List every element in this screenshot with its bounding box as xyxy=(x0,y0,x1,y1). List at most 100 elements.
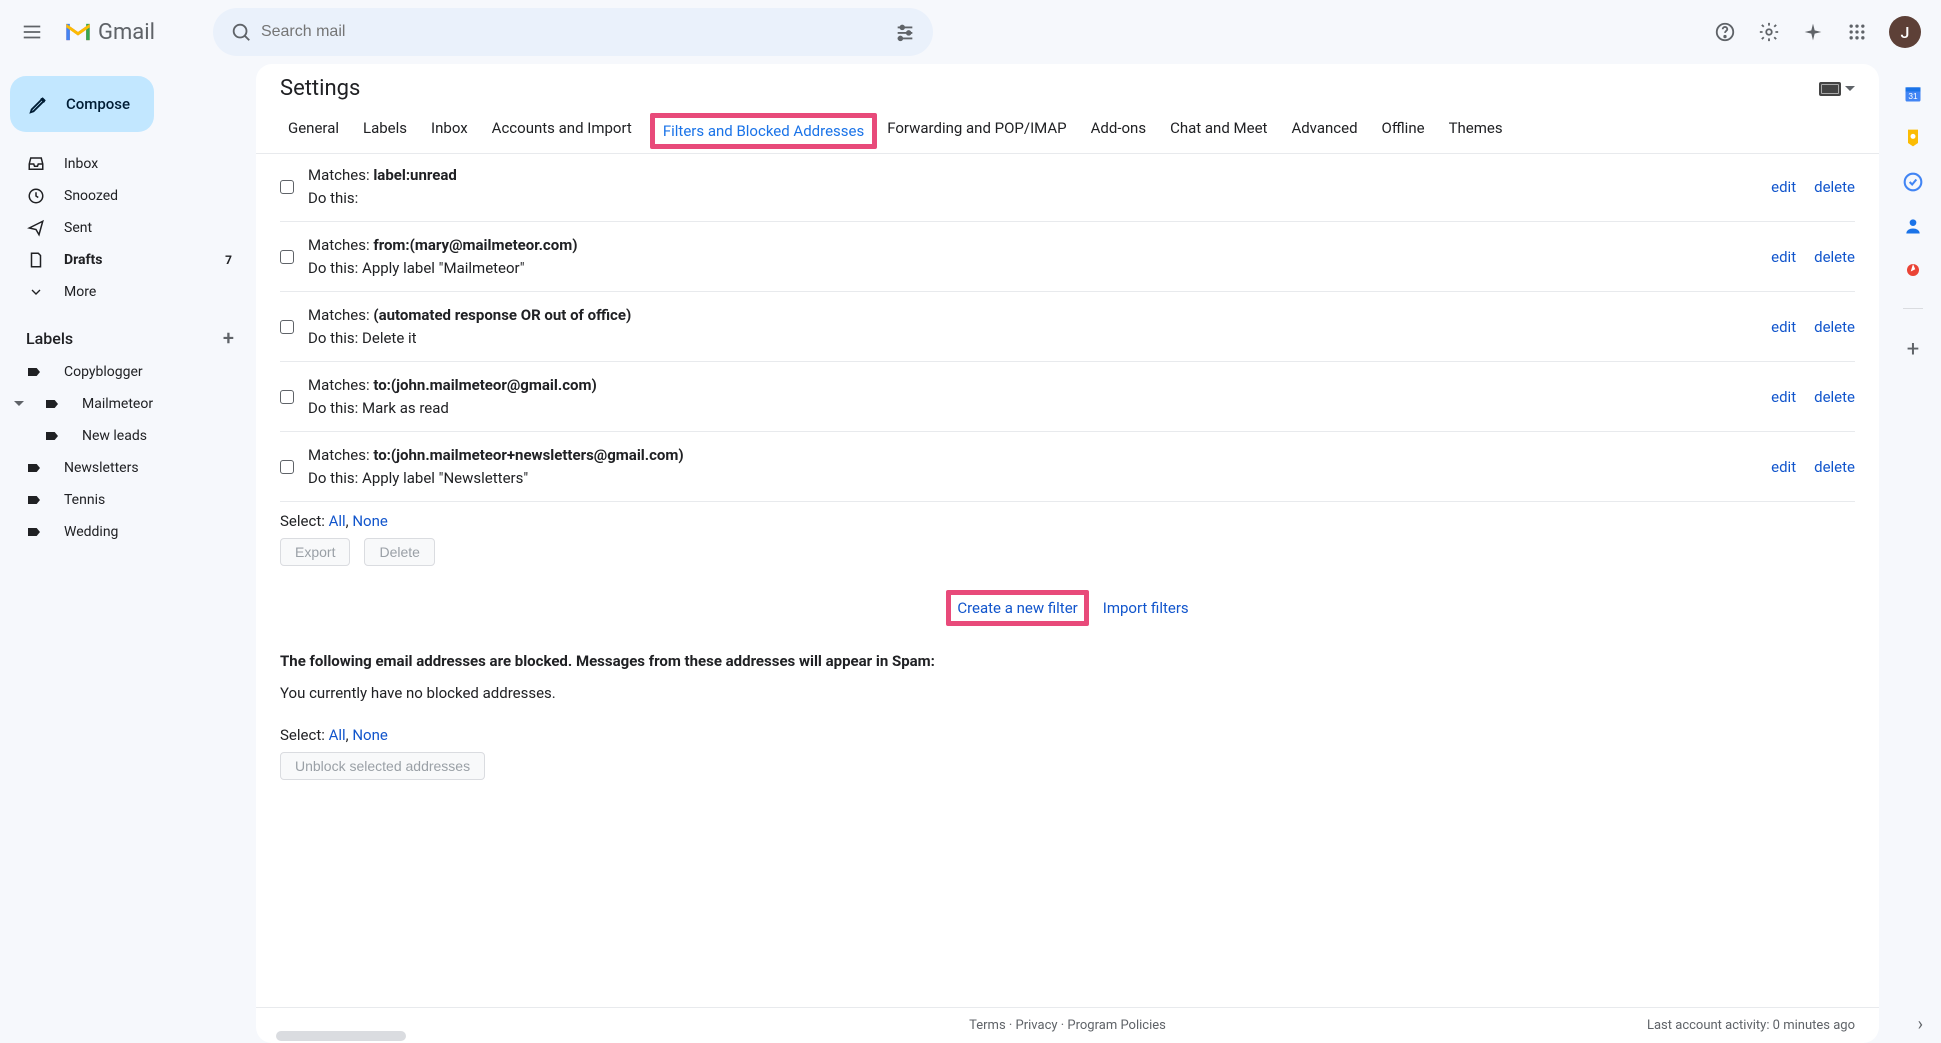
unblock-button[interactable]: Unblock selected addresses xyxy=(280,752,485,780)
highlight-active-tab: Filters and Blocked Addresses xyxy=(650,113,877,149)
footer: Terms · Privacy · Program Policies Last … xyxy=(256,1007,1879,1043)
nav-item-drafts[interactable]: Drafts7 xyxy=(0,244,244,276)
delete-filter-link[interactable]: delete xyxy=(1814,458,1855,476)
support-icon[interactable] xyxy=(1705,12,1745,52)
blocked-addresses-heading: The following email addresses are blocke… xyxy=(280,644,1855,684)
contacts-icon[interactable] xyxy=(1903,216,1923,236)
gmail-icon xyxy=(64,21,92,43)
privacy-link[interactable]: Privacy xyxy=(1016,1018,1058,1033)
labels-heading: Labels xyxy=(26,329,73,348)
edit-filter-link[interactable]: edit xyxy=(1771,318,1796,336)
label-item[interactable]: Mailmeteor xyxy=(0,388,256,420)
filter-checkbox[interactable] xyxy=(280,460,294,474)
delete-filter-link[interactable]: delete xyxy=(1814,318,1855,336)
horizontal-scrollbar[interactable] xyxy=(276,1031,406,1041)
label-item[interactable]: New leads xyxy=(0,420,256,452)
search-icon[interactable] xyxy=(221,12,261,52)
settings-icon[interactable] xyxy=(1749,12,1789,52)
tab-filters-and-blocked-addresses[interactable]: Filters and Blocked Addresses xyxy=(661,116,866,146)
add-label-button[interactable]: + xyxy=(223,326,234,350)
nav-label: Sent xyxy=(64,220,232,236)
label-text: Mailmeteor xyxy=(82,396,153,412)
edit-filter-link[interactable]: edit xyxy=(1771,248,1796,266)
edit-filter-link[interactable]: edit xyxy=(1771,458,1796,476)
tab-general[interactable]: General xyxy=(280,109,347,153)
tab-inbox[interactable]: Inbox xyxy=(423,109,476,153)
delete-filter-link[interactable]: delete xyxy=(1814,388,1855,406)
filter-checkbox[interactable] xyxy=(280,320,294,334)
filter-checkbox[interactable] xyxy=(280,250,294,264)
filter-description: Matches: label:unreadDo this: xyxy=(308,164,1757,209)
tab-offline[interactable]: Offline xyxy=(1374,109,1433,153)
caret-icon[interactable] xyxy=(12,399,26,409)
label-icon xyxy=(26,364,46,380)
tab-accounts-and-import[interactable]: Accounts and Import xyxy=(484,109,640,153)
input-tools-toggle[interactable] xyxy=(1819,82,1855,96)
header: Gmail J xyxy=(0,0,1941,64)
label-item[interactable]: Wedding xyxy=(0,516,256,548)
label-text: Wedding xyxy=(64,524,118,540)
label-icon xyxy=(44,428,64,444)
addon-icon[interactable] xyxy=(1903,260,1923,280)
label-item[interactable]: Tennis xyxy=(0,484,256,516)
account-avatar[interactable]: J xyxy=(1889,16,1921,48)
get-addons-button[interactable]: + xyxy=(1907,337,1919,362)
compose-button[interactable]: Compose xyxy=(10,76,154,132)
filter-checkbox[interactable] xyxy=(280,180,294,194)
label-icon xyxy=(26,524,46,540)
tab-add-ons[interactable]: Add-ons xyxy=(1083,109,1154,153)
filter-description: Matches: (automated response OR out of o… xyxy=(308,304,1757,349)
label-item[interactable]: Copyblogger xyxy=(0,356,256,388)
select-all-blocked-link[interactable]: All xyxy=(329,726,346,744)
edit-filter-link[interactable]: edit xyxy=(1771,178,1796,196)
nav-label: Inbox xyxy=(64,156,232,172)
select-all-link[interactable]: All xyxy=(329,512,346,530)
create-new-filter-link[interactable]: Create a new filter xyxy=(957,599,1077,617)
calendar-icon[interactable]: 31 xyxy=(1903,84,1923,104)
last-activity: Last account activity: 0 minutes ago xyxy=(1647,1018,1855,1033)
keep-icon[interactable] xyxy=(1903,128,1923,148)
blocked-addresses-empty: You currently have no blocked addresses. xyxy=(280,684,1855,716)
nav-item-snoozed[interactable]: Snoozed xyxy=(0,180,244,212)
edit-filter-link[interactable]: edit xyxy=(1771,388,1796,406)
tab-advanced[interactable]: Advanced xyxy=(1283,109,1365,153)
tab-labels[interactable]: Labels xyxy=(355,109,415,153)
tab-chat-and-meet[interactable]: Chat and Meet xyxy=(1162,109,1275,153)
search-bar xyxy=(213,8,933,56)
delete-filter-link[interactable]: delete xyxy=(1814,178,1855,196)
nav-item-sent[interactable]: Sent xyxy=(0,212,244,244)
left-nav: Compose Inbox Snoozed Sent Drafts7More Labe… xyxy=(0,64,256,1043)
filter-description: Matches: to:(john.mailmeteor@gmail.com)D… xyxy=(308,374,1757,419)
tab-forwarding-and-pop-imap[interactable]: Forwarding and POP/IMAP xyxy=(879,109,1074,153)
tab-themes[interactable]: Themes xyxy=(1441,109,1511,153)
gmail-logo[interactable]: Gmail xyxy=(64,20,185,45)
nav-count: 7 xyxy=(225,253,232,267)
send-icon xyxy=(26,219,46,237)
label-icon xyxy=(44,396,64,412)
select-none-link[interactable]: None xyxy=(352,512,388,530)
search-input[interactable] xyxy=(261,23,885,41)
apps-grid-icon[interactable] xyxy=(1837,12,1877,52)
gemini-icon[interactable] xyxy=(1793,12,1833,52)
search-options-icon[interactable] xyxy=(885,12,925,52)
sidepanel-collapse-icon[interactable]: › xyxy=(1918,1014,1923,1035)
label-item[interactable]: Newsletters xyxy=(0,452,256,484)
delete-filter-link[interactable]: delete xyxy=(1814,248,1855,266)
policies-link[interactable]: Program Policies xyxy=(1067,1018,1165,1033)
nav-item-more[interactable]: More xyxy=(0,276,244,308)
inbox-icon xyxy=(26,155,46,173)
keyboard-icon xyxy=(1819,82,1841,96)
terms-link[interactable]: Terms xyxy=(969,1018,1006,1033)
side-panel: 31 + xyxy=(1885,64,1941,1043)
settings-tabs: GeneralLabelsInboxAccounts and Import Fil… xyxy=(256,109,1879,154)
select-none-blocked-link[interactable]: None xyxy=(352,726,388,744)
main-menu-button[interactable] xyxy=(8,8,56,56)
export-button[interactable]: Export xyxy=(280,538,350,566)
highlight-create-filter: Create a new filter xyxy=(946,590,1088,626)
nav-item-inbox[interactable]: Inbox xyxy=(0,148,244,180)
delete-selected-button[interactable]: Delete xyxy=(364,538,434,566)
import-filters-link[interactable]: Import filters xyxy=(1103,599,1189,617)
label-text: Tennis xyxy=(64,492,105,508)
filter-checkbox[interactable] xyxy=(280,390,294,404)
tasks-icon[interactable] xyxy=(1903,172,1923,192)
